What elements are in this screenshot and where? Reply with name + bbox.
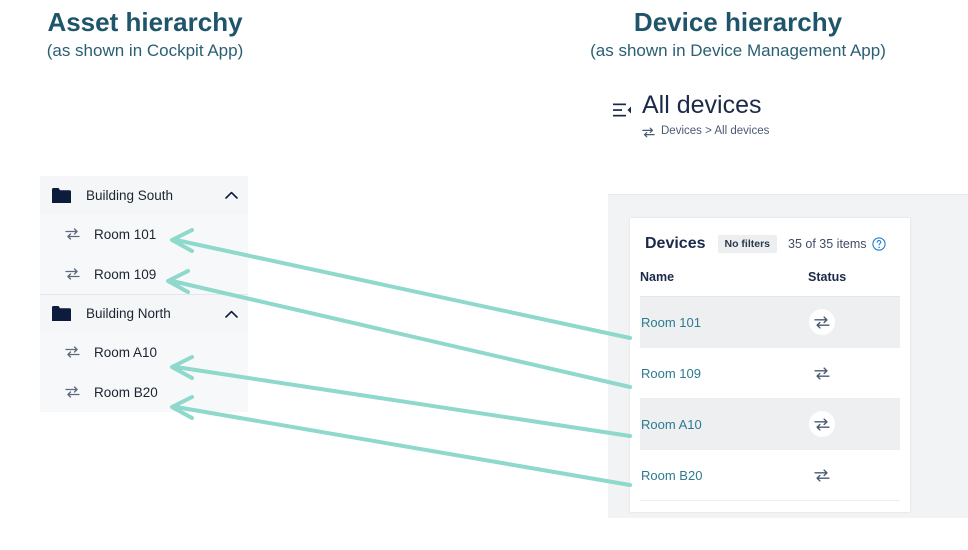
device-status-cell: [808, 449, 900, 501]
device-list-icon: [612, 100, 632, 120]
device-name-cell: Room 109: [640, 347, 808, 399]
device-hierarchy-title: Device hierarchy: [633, 7, 843, 37]
tree-leaf-room-b20[interactable]: Room B20: [40, 372, 248, 412]
tree-leaf-room-109[interactable]: Room 109: [40, 254, 248, 294]
device-name-link[interactable]: Room B20: [641, 468, 702, 483]
device-app-header: All devices Devices > All devices: [608, 76, 968, 194]
column-header-status[interactable]: Status: [808, 270, 900, 297]
breadcrumb[interactable]: Devices > All devices: [642, 124, 770, 138]
devices-table: Name Status Room 101 Room 109 Room A10 R…: [640, 270, 900, 501]
tree-leaf-label: Room A10: [94, 344, 158, 360]
device-exchange-icon: [65, 267, 81, 281]
device-hierarchy-subtitle: (as shown in Device Management App): [590, 40, 886, 60]
asset-hierarchy-title-block: Asset hierarchy (as shown in Cockpit App…: [0, 7, 290, 62]
tree-leaf-label: Room 109: [94, 266, 157, 282]
device-name-cell: Room A10: [640, 398, 808, 450]
no-filters-badge[interactable]: No filters: [717, 235, 778, 253]
device-exchange-icon: [65, 227, 81, 241]
asset-hierarchy-panel: Building South Room 101 Room 109 Buildin…: [40, 176, 248, 412]
table-header-row: Name Status: [640, 270, 900, 297]
folder-icon: [52, 306, 71, 321]
device-name-link[interactable]: Room A10: [641, 417, 702, 432]
tree-leaf-label: Room 101: [94, 226, 157, 242]
devices-card-title: Devices: [645, 235, 706, 252]
devices-card-titlebar: Devices No filters 35 of 35 items: [630, 218, 910, 270]
device-exchange-icon: [65, 345, 81, 359]
device-status-cell: [808, 296, 900, 348]
asset-hierarchy-subtitle: (as shown in Cockpit App): [46, 40, 244, 60]
device-exchange-icon: [642, 125, 655, 138]
device-name-link[interactable]: Room 101: [641, 315, 701, 330]
tree-group-building-north[interactable]: Building North: [40, 294, 248, 332]
tree-group-building-south[interactable]: Building South: [40, 176, 248, 214]
breadcrumb-text: Devices > All devices: [661, 124, 770, 137]
device-management-app: All devices Devices > All devices Device…: [608, 76, 968, 518]
folder-icon: [52, 187, 71, 203]
tree-group-label: Building North: [86, 306, 171, 321]
chevron-up-icon[interactable]: [224, 188, 238, 202]
device-hierarchy-title-block: Device hierarchy (as shown in Device Man…: [518, 7, 958, 62]
device-status-cell: [808, 347, 900, 399]
tree-leaf-room-a10[interactable]: Room A10: [40, 332, 248, 372]
device-name-link[interactable]: Room 109: [641, 366, 701, 381]
column-header-name[interactable]: Name: [640, 270, 808, 297]
table-row[interactable]: Room A10: [640, 398, 900, 450]
device-status-cell: [808, 398, 900, 450]
device-exchange-icon: [809, 462, 835, 488]
chevron-up-icon[interactable]: [224, 307, 238, 321]
device-name-cell: Room 101: [640, 296, 808, 348]
tree-leaf-room-101[interactable]: Room 101: [40, 214, 248, 254]
item-count-label: 35 of 35 items: [788, 237, 867, 251]
help-circle-icon[interactable]: [871, 237, 886, 251]
devices-card: Devices No filters 35 of 35 items Name S…: [630, 218, 910, 512]
table-row[interactable]: Room B20: [640, 449, 900, 501]
device-exchange-icon: [809, 411, 835, 437]
device-name-cell: Room B20: [640, 449, 808, 501]
device-exchange-icon: [809, 309, 835, 335]
table-row[interactable]: Room 101: [640, 296, 900, 348]
device-exchange-icon: [65, 385, 81, 399]
tree-group-label: Building South: [86, 187, 174, 203]
asset-hierarchy-title: Asset hierarchy: [47, 7, 243, 37]
table-row[interactable]: Room 109: [640, 347, 900, 399]
page-title: All devices: [642, 91, 762, 119]
device-exchange-icon: [809, 360, 835, 386]
tree-leaf-label: Room B20: [94, 384, 158, 400]
